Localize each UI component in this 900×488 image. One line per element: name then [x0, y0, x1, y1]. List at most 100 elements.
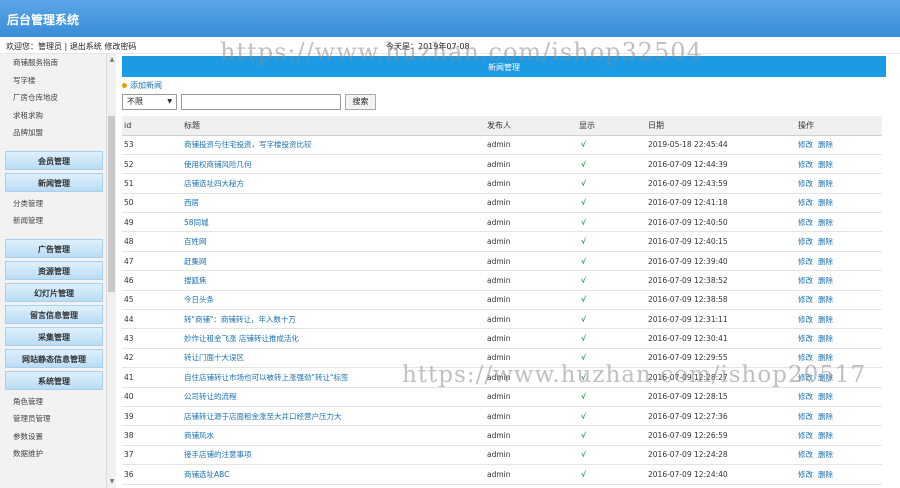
- sidebar-group-header[interactable]: 网站静态信息管理: [5, 348, 103, 368]
- delete-link[interactable]: 删除: [818, 218, 833, 227]
- scroll-down-icon[interactable]: ▼: [108, 478, 116, 486]
- row-date: 2016-07-09 12:28:15: [648, 387, 798, 407]
- row-title-link[interactable]: 百姓网: [174, 231, 487, 252]
- edit-link[interactable]: 修改: [798, 450, 813, 459]
- sidebar-group-header[interactable]: 系统管理: [5, 370, 103, 390]
- chevron-down-icon: ▼: [167, 98, 172, 105]
- edit-link[interactable]: 修改: [798, 198, 813, 207]
- sidebar-item[interactable]: 角色管理: [3, 393, 103, 411]
- edit-link[interactable]: 修改: [798, 237, 813, 246]
- sidebar-group-header[interactable]: 会员管理: [5, 150, 103, 170]
- row-title-link[interactable]: 今日头条: [174, 290, 487, 311]
- search-input[interactable]: [181, 94, 341, 110]
- sidebar-group-header[interactable]: 广告管理: [5, 238, 103, 258]
- col-title: 标题: [174, 116, 487, 136]
- delete-link[interactable]: 删除: [818, 237, 833, 246]
- user-info[interactable]: 欢迎您：管理员 | 退出系统 修改密码: [6, 41, 136, 52]
- sidebar-item[interactable]: 商铺服务指南: [3, 54, 103, 72]
- row-actions: 修改 删除: [798, 231, 882, 252]
- add-news-link[interactable]: 添加新闻: [122, 80, 162, 91]
- delete-link[interactable]: 删除: [818, 450, 833, 459]
- row-title-link[interactable]: 商铺投资与住宅投资，写字楼投资比较: [174, 135, 487, 155]
- row-date: 2016-07-09 12:38:58: [648, 290, 798, 311]
- delete-link[interactable]: 删除: [818, 412, 833, 421]
- row-title-link[interactable]: 公司转让的流程: [174, 387, 487, 407]
- row-date: 2016-07-09 12:24:28: [648, 445, 798, 466]
- delete-link[interactable]: 删除: [818, 276, 833, 285]
- row-title-link[interactable]: 妙作让租金飞涨 店铺转让推成活化: [174, 328, 487, 349]
- row-title-link[interactable]: 西居: [174, 193, 487, 214]
- sidebar-group-header[interactable]: 留言信息管理: [5, 304, 103, 324]
- edit-link[interactable]: 修改: [798, 140, 813, 149]
- row-id: 39: [122, 406, 174, 427]
- row-id: 43: [122, 328, 174, 349]
- sidebar-item[interactable]: 管理员管理: [3, 410, 103, 428]
- delete-link[interactable]: 删除: [818, 257, 833, 266]
- sidebar-item[interactable]: 分类管理: [3, 195, 103, 213]
- watermark-top: https://www.huzhan.com/ishop32504: [220, 38, 703, 66]
- delete-link[interactable]: 删除: [818, 470, 833, 479]
- table-row: 36 商铺选址ABC admin √ 2016-07-09 12:24:40 修改 删除: [122, 464, 882, 485]
- row-show-check: √: [579, 135, 648, 155]
- add-news-label: 添加新闻: [130, 81, 162, 90]
- edit-link[interactable]: 修改: [798, 334, 813, 343]
- sidebar-item[interactable]: 写字楼: [3, 72, 103, 90]
- edit-link[interactable]: 修改: [798, 218, 813, 227]
- edit-link[interactable]: 修改: [798, 412, 813, 421]
- edit-link[interactable]: 修改: [798, 470, 813, 479]
- edit-link[interactable]: 修改: [798, 179, 813, 188]
- scroll-up-icon[interactable]: ▲: [108, 56, 116, 64]
- sidebar-group-header[interactable]: 新闻管理: [5, 172, 103, 192]
- delete-link[interactable]: 删除: [818, 392, 833, 401]
- row-author: admin: [487, 290, 579, 311]
- row-title-link[interactable]: 转"商铺"：商铺转让，年入数十万: [174, 309, 487, 330]
- sidebar-item[interactable]: 数据维护: [3, 445, 103, 463]
- sidebar-group-header[interactable]: 采集管理: [5, 326, 103, 346]
- delete-link[interactable]: 删除: [818, 140, 833, 149]
- category-select[interactable]: 不限 ▼: [122, 94, 177, 110]
- row-title-link[interactable]: 使用权商铺风险几何: [174, 154, 487, 175]
- sidebar-group-header[interactable]: 资源管理: [5, 260, 103, 280]
- search-button[interactable]: 搜索: [345, 94, 376, 110]
- row-title-link[interactable]: 赶集网: [174, 251, 487, 272]
- row-date: 2016-07-09 12:41:18: [648, 193, 798, 214]
- table-row: 48 百姓网 admin √ 2016-07-09 12:40:15 修改 删除: [122, 231, 882, 252]
- edit-link[interactable]: 修改: [798, 392, 813, 401]
- row-show-check: √: [579, 309, 648, 330]
- app-title: 后台管理系统: [7, 13, 80, 27]
- row-title-link[interactable]: 搜狐焦: [174, 270, 487, 291]
- row-date: 2016-07-09 12:40:15: [648, 231, 798, 252]
- edit-link[interactable]: 修改: [798, 315, 813, 324]
- row-id: 48: [122, 231, 174, 252]
- delete-link[interactable]: 删除: [818, 295, 833, 304]
- delete-link[interactable]: 删除: [818, 179, 833, 188]
- delete-link[interactable]: 删除: [818, 198, 833, 207]
- sidebar-group-header[interactable]: 幻灯片管理: [5, 282, 103, 302]
- delete-link[interactable]: 删除: [818, 315, 833, 324]
- edit-link[interactable]: 修改: [798, 431, 813, 440]
- edit-link[interactable]: 修改: [798, 295, 813, 304]
- row-actions: 修改 删除: [798, 445, 882, 466]
- row-title-link[interactable]: 店铺转让源于店面租金涨至大井口经营户压力大: [174, 406, 487, 427]
- scroll-thumb[interactable]: [108, 116, 115, 292]
- row-actions: 修改 删除: [798, 406, 882, 427]
- edit-link[interactable]: 修改: [798, 257, 813, 266]
- row-show-check: √: [579, 387, 648, 407]
- row-title-link[interactable]: 58同城: [174, 212, 487, 233]
- edit-link[interactable]: 修改: [798, 276, 813, 285]
- sidebar-item[interactable]: 参数设置: [3, 428, 103, 446]
- row-title-link[interactable]: 商铺选址ABC: [174, 464, 487, 485]
- delete-link[interactable]: 删除: [818, 334, 833, 343]
- sidebar-scrollbar[interactable]: ▲ ▼: [106, 54, 116, 488]
- sidebar-item[interactable]: 品牌加盟: [3, 124, 103, 142]
- delete-link[interactable]: 删除: [818, 160, 833, 169]
- sidebar-item[interactable]: 求租求购: [3, 107, 103, 125]
- row-title-link[interactable]: 接手店铺的注意事项: [174, 445, 487, 466]
- edit-link[interactable]: 修改: [798, 160, 813, 169]
- sidebar-item[interactable]: 厂房仓库地皮: [3, 89, 103, 107]
- sidebar-item[interactable]: 新闻管理: [3, 212, 103, 230]
- delete-link[interactable]: 删除: [818, 431, 833, 440]
- row-title-link[interactable]: 店铺选址四大秘方: [174, 173, 487, 194]
- row-title-link[interactable]: 商铺风水: [174, 425, 487, 446]
- row-id: 51: [122, 173, 174, 194]
